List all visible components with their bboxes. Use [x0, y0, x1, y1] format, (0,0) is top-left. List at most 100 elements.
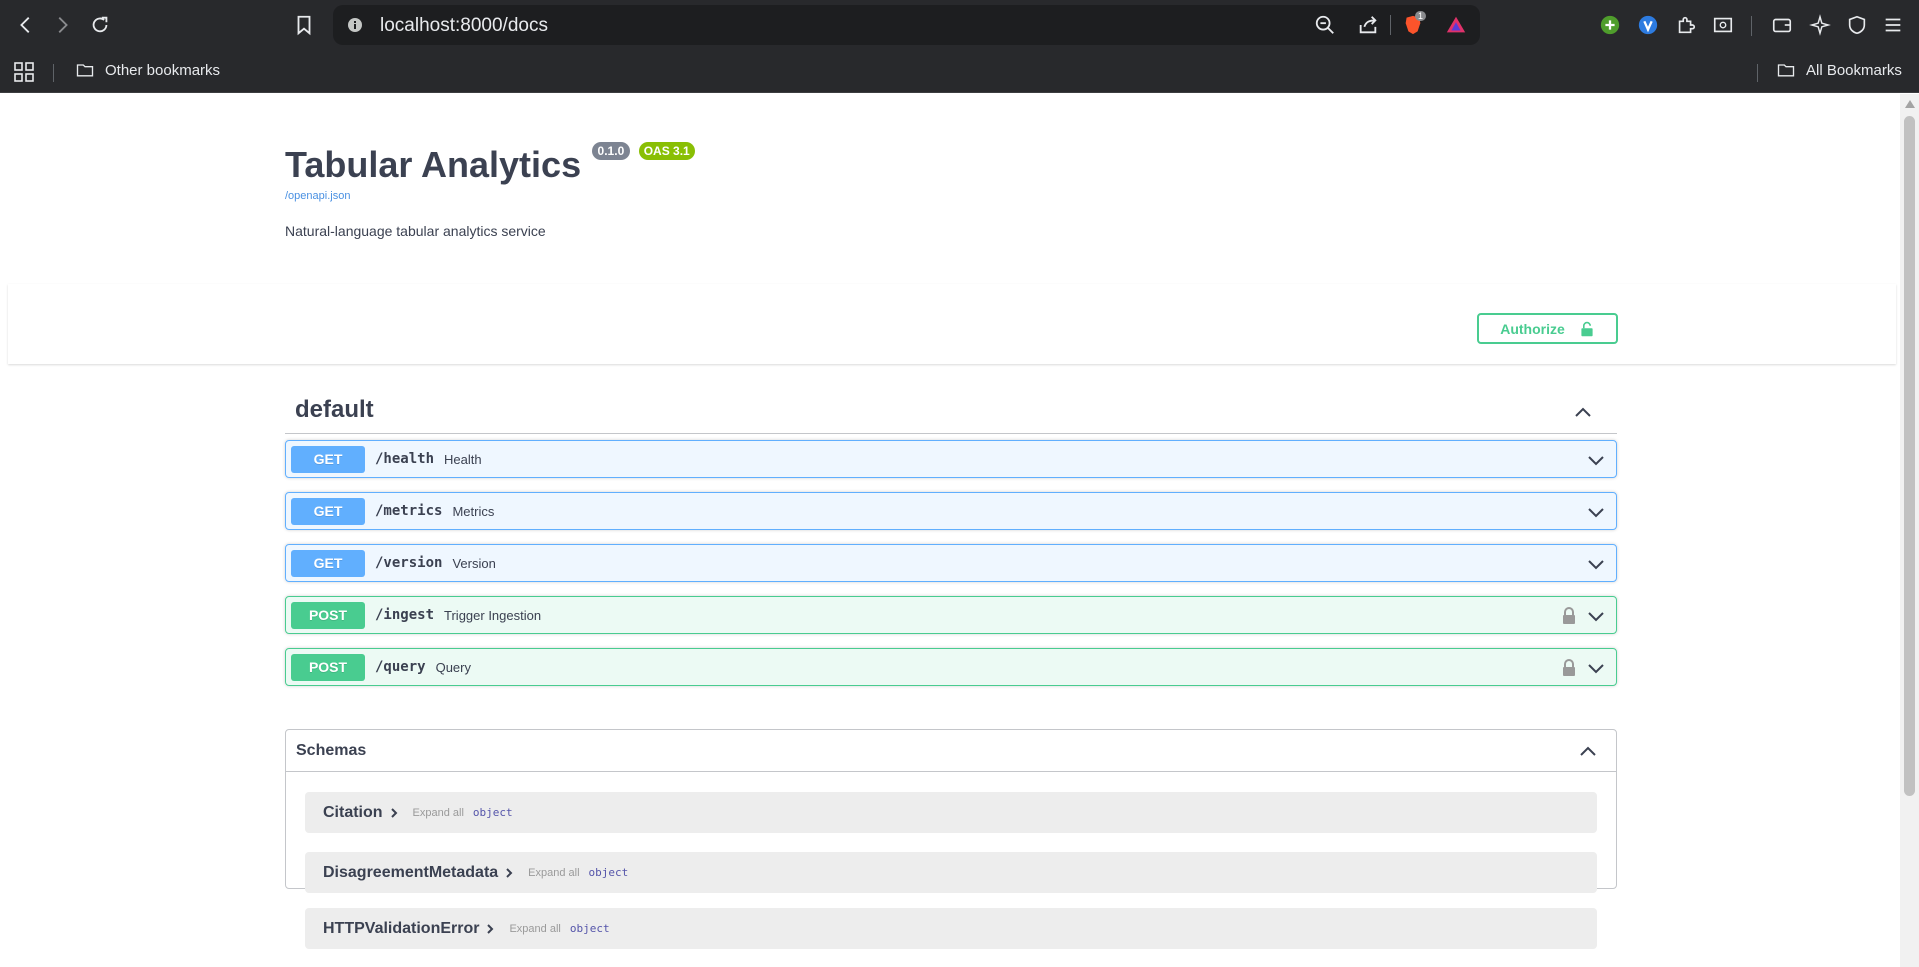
- scrollbar-thumb[interactable]: [1904, 116, 1915, 796]
- chevron-down-icon[interactable]: [1586, 554, 1606, 574]
- v-extension-icon: [1638, 15, 1658, 35]
- folder-icon: [1777, 64, 1795, 77]
- chevron-up-icon[interactable]: [1573, 402, 1593, 422]
- back-arrow-icon: [20, 17, 30, 33]
- bookmark-folder-other[interactable]: Other bookmarks: [75, 60, 220, 80]
- expand-all-link[interactable]: Expand all: [528, 867, 579, 879]
- operation-get-metrics[interactable]: GET /metrics Metrics: [285, 492, 1617, 530]
- method-badge: GET: [291, 497, 365, 525]
- wallet-button[interactable]: [1769, 12, 1795, 38]
- schema-model-disagreement-metadata[interactable]: DisagreementMetadata Expand all object: [305, 852, 1597, 893]
- bookmarks-separator-right: [1757, 64, 1758, 82]
- method-badge: GET: [291, 445, 365, 473]
- chevron-down-icon[interactable]: [1586, 450, 1606, 470]
- operation-path: /version: [375, 555, 443, 571]
- chevron-down-icon[interactable]: [1586, 658, 1606, 678]
- sparkle-icon: [1809, 14, 1831, 36]
- operation-path: /metrics: [375, 503, 443, 519]
- zoom-button[interactable]: [1313, 13, 1337, 37]
- share-icon: [1359, 16, 1377, 34]
- authorize-button[interactable]: Authorize: [1477, 313, 1618, 344]
- schemas-header[interactable]: Schemas: [286, 730, 1616, 772]
- reader-mode-button[interactable]: [1710, 12, 1736, 38]
- expand-all-link[interactable]: Expand all: [413, 807, 464, 819]
- zoom-out-icon: [1315, 15, 1334, 34]
- bookmarks-bar: Other bookmarks All Bookmarks: [0, 50, 1919, 93]
- model-name[interactable]: DisagreementMetadata: [323, 864, 498, 882]
- chevron-up-icon[interactable]: [1578, 741, 1598, 761]
- bookmarks-separator: [53, 64, 54, 82]
- page-title: Tabular Analytics: [285, 144, 582, 185]
- back-button[interactable]: [12, 12, 40, 38]
- brave-rewards-button[interactable]: [1444, 13, 1468, 37]
- reload-icon: [92, 16, 108, 33]
- page-search-icon: [1713, 17, 1733, 33]
- lock-icon[interactable]: [1562, 659, 1576, 677]
- shield-icon: [1848, 15, 1866, 35]
- operation-path: /ingest: [375, 607, 435, 623]
- operation-path: /query: [375, 659, 426, 675]
- vpn-button[interactable]: [1844, 12, 1870, 38]
- forward-arrow-icon: [58, 17, 68, 33]
- operation-summary: Health: [444, 451, 482, 467]
- method-badge: POST: [291, 601, 365, 629]
- api-description: Natural-language tabular analytics servi…: [285, 223, 546, 239]
- address-bar[interactable]: localhost:8000/docs 1: [333, 5, 1480, 45]
- chevron-down-icon[interactable]: [1586, 502, 1606, 522]
- url-text[interactable]: localhost:8000/docs: [380, 15, 548, 37]
- brave-shields-button[interactable]: 1: [1401, 11, 1427, 37]
- address-separator: [1390, 15, 1391, 35]
- scroll-up-arrow-icon[interactable]: [1905, 100, 1915, 108]
- forward-button[interactable]: [48, 12, 76, 38]
- unlock-icon: [1581, 321, 1593, 336]
- bookmark-folder-all[interactable]: All Bookmarks: [1776, 60, 1902, 80]
- operation-post-ingest[interactable]: POST /ingest Trigger Ingestion: [285, 596, 1617, 634]
- apps-grid-icon[interactable]: [12, 60, 36, 84]
- menu-button[interactable]: [1880, 12, 1906, 38]
- chevron-right-icon[interactable]: [485, 923, 495, 934]
- swagger-page: Tabular Analytics 0.1.0 OAS 3.1 /openapi…: [0, 94, 1900, 967]
- extension-green-button[interactable]: [1597, 12, 1623, 38]
- tag-section-default[interactable]: default: [285, 390, 1617, 434]
- extensions-button[interactable]: [1673, 12, 1699, 38]
- operation-get-health[interactable]: GET /health Health: [285, 440, 1617, 478]
- share-button[interactable]: [1356, 13, 1380, 37]
- page-scrollbar[interactable]: [1900, 94, 1919, 967]
- operation-path: /health: [375, 451, 435, 467]
- lock-icon[interactable]: [1562, 607, 1576, 625]
- expand-all-link[interactable]: Expand all: [509, 923, 560, 935]
- method-badge: GET: [291, 549, 365, 577]
- operation-post-query[interactable]: POST /query Query: [285, 648, 1617, 686]
- method-badge: POST: [291, 653, 365, 681]
- model-type: object: [588, 866, 629, 879]
- leo-ai-button[interactable]: [1807, 12, 1833, 38]
- browser-chrome: localhost:8000/docs 1 Other bookmarks Al…: [0, 0, 1919, 93]
- bookmark-page-button[interactable]: [290, 12, 318, 38]
- hamburger-menu-icon: [1885, 18, 1901, 32]
- operation-summary: Version: [452, 555, 496, 571]
- bookmark-label: All Bookmarks: [1806, 61, 1902, 79]
- bookmark-icon: [297, 15, 311, 36]
- operation-summary: Trigger Ingestion: [444, 607, 542, 623]
- site-info-icon[interactable]: [347, 17, 363, 33]
- shields-badge: 1: [1415, 11, 1427, 21]
- model-type: object: [569, 922, 610, 935]
- schema-model-http-validation-error[interactable]: HTTPValidationError Expand all object: [305, 908, 1597, 949]
- model-name[interactable]: Citation: [323, 804, 383, 822]
- openapi-json-link[interactable]: /openapi.json: [285, 190, 350, 202]
- schema-model-citation[interactable]: Citation Expand all object: [305, 792, 1597, 833]
- schemas-title: Schemas: [296, 742, 367, 759]
- tag-name: default: [295, 396, 374, 423]
- extension-v-button[interactable]: [1635, 12, 1661, 38]
- model-name[interactable]: HTTPValidationError: [323, 920, 479, 938]
- reload-button[interactable]: [86, 12, 114, 38]
- authorize-label: Authorize: [1500, 320, 1565, 337]
- folder-icon: [76, 64, 94, 77]
- chevron-right-icon[interactable]: [504, 867, 514, 878]
- bookmark-label: Other bookmarks: [105, 61, 221, 79]
- operation-summary: Query: [435, 659, 471, 675]
- operation-get-version[interactable]: GET /version Version: [285, 544, 1617, 582]
- chevron-right-icon[interactable]: [389, 807, 399, 818]
- wallet-icon: [1772, 18, 1792, 33]
- chevron-down-icon[interactable]: [1586, 606, 1606, 626]
